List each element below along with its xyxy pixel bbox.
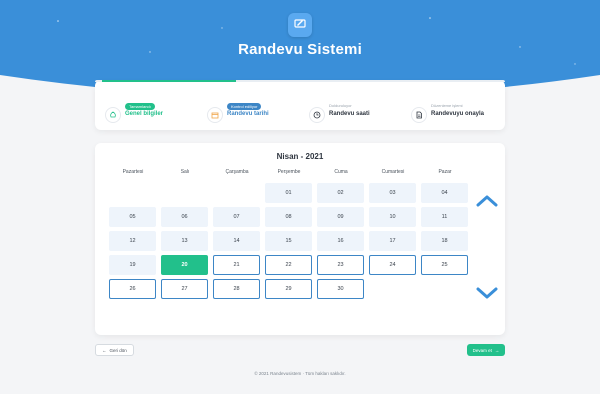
step-label: Randevu tarihi [227, 111, 269, 117]
weekday-label: Cumartesi [381, 169, 405, 175]
continue-button[interactable]: Devam et → [467, 344, 505, 356]
step-label: Randevu saati [329, 111, 370, 117]
calendar-day[interactable]: 29 [265, 279, 312, 299]
progress-fill [102, 80, 236, 82]
clock-icon [309, 107, 325, 123]
footer-copyright: © 2021 Randevusistem · Tüm hakları saklı… [254, 371, 346, 376]
calendar-day-selected[interactable]: 20 [161, 255, 208, 275]
chevron-down-icon[interactable] [475, 285, 499, 301]
calendar-day[interactable]: 27 [161, 279, 208, 299]
status-badge: Kontrol ediliyor [227, 103, 262, 110]
rocket-icon [105, 107, 121, 123]
back-button-label: Geri dön [109, 347, 127, 353]
step-label: Genel bilgiler [125, 111, 164, 117]
calendar-day[interactable]: 16 [317, 231, 364, 251]
weekday-label: Salı [180, 169, 190, 175]
calendar-day[interactable]: 09 [317, 207, 364, 227]
status-badge: Tamamlandı [125, 103, 155, 110]
calendar-month: Nisan - 2021 [276, 152, 324, 161]
calendar-day[interactable]: 22 [265, 255, 312, 275]
weekday-label: Pazar [438, 169, 452, 175]
calendar-icon [207, 107, 223, 123]
step-caption: Dolduruluyor [329, 103, 352, 108]
document-icon [411, 107, 427, 123]
arrow-right-icon: → [494, 347, 500, 353]
calendar-day[interactable]: 02 [317, 183, 364, 203]
app-logo [288, 13, 312, 37]
calendar-day[interactable]: 11 [421, 207, 468, 227]
calendar-day[interactable]: 13 [161, 231, 208, 251]
calendar-day[interactable]: 05 [109, 207, 156, 227]
steps-card: Tamamlandı Genel bilgiler Kontrol ediliy… [95, 80, 505, 130]
calendar-day[interactable]: 06 [161, 207, 208, 227]
calendar-day[interactable]: 01 [265, 183, 312, 203]
continue-button-label: Devam et [472, 347, 492, 353]
calendar-day[interactable]: 17 [369, 231, 416, 251]
calendar-day[interactable]: 03 [369, 183, 416, 203]
back-button[interactable]: ← Geri dön [95, 344, 134, 356]
calendar-day[interactable]: 08 [265, 207, 312, 227]
calendar-day[interactable]: 19 [109, 255, 156, 275]
calendar-day[interactable]: 23 [317, 255, 364, 275]
calendar-day[interactable]: 25 [421, 255, 468, 275]
step-label: Randevuyu onayla [431, 111, 485, 117]
pencil-folder-icon [293, 16, 307, 35]
app-title: Randevu Sistemi [238, 41, 362, 58]
arrow-left-icon: ← [102, 347, 107, 353]
calendar-card: Nisan - 2021 Pazartesi Salı Çarşamba Per… [95, 143, 505, 335]
calendar-day[interactable]: 30 [317, 279, 364, 299]
calendar-day[interactable]: 15 [265, 231, 312, 251]
step-caption: Düzenleme işlemi [431, 103, 463, 108]
weekday-label: Perşembe [277, 169, 301, 175]
calendar-day[interactable]: 28 [213, 279, 260, 299]
chevron-up-icon[interactable] [475, 193, 499, 209]
calendar-day[interactable]: 10 [369, 207, 416, 227]
calendar-day[interactable]: 04 [421, 183, 468, 203]
calendar-day[interactable]: 21 [213, 255, 260, 275]
calendar-day[interactable]: 12 [109, 231, 156, 251]
weekday-label: Çarşamba [225, 169, 249, 175]
weekday-label: Pazartesi [122, 169, 144, 175]
calendar-day[interactable]: 14 [213, 231, 260, 251]
progress-track [95, 80, 505, 82]
calendar-day[interactable]: 18 [421, 231, 468, 251]
calendar-day[interactable]: 07 [213, 207, 260, 227]
calendar-day[interactable]: 26 [109, 279, 156, 299]
calendar-day[interactable]: 24 [369, 255, 416, 275]
weekday-label: Cuma [334, 169, 348, 175]
